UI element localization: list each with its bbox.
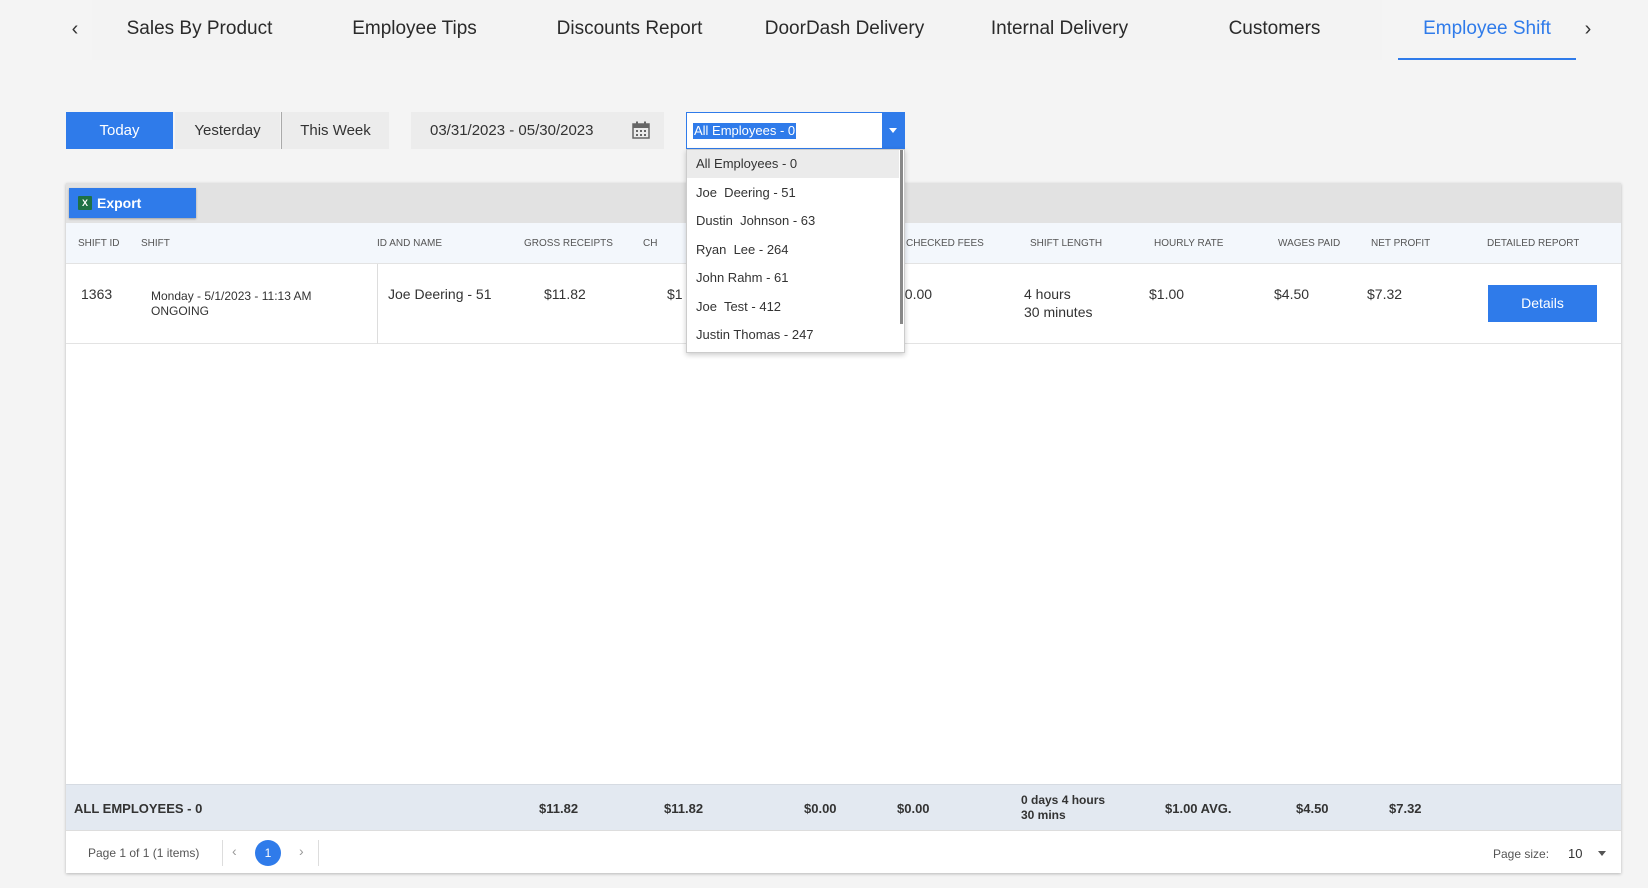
export-label: Export	[97, 195, 142, 211]
page-size-value[interactable]: 10	[1568, 846, 1582, 861]
col-shift-length[interactable]: Shift Length	[1030, 223, 1102, 264]
employee-option[interactable]: Joe Test - 412	[687, 293, 899, 321]
shift-date: Monday - 5/1/2023 - 11:13 AM	[151, 289, 312, 303]
chevron-right-icon[interactable]: ›	[1578, 18, 1598, 41]
prev-page-icon[interactable]: ‹	[232, 843, 237, 859]
wages-paid: $4.50	[1274, 286, 1310, 302]
page-size-label: Page size:	[1493, 847, 1550, 861]
hourly-rate: $1.00	[1149, 286, 1185, 302]
col-hourly-rate[interactable]: Hourly Rate	[1154, 223, 1223, 264]
caret-down-icon	[889, 128, 897, 133]
employee-option[interactable]: Ryan Lee - 264	[687, 236, 899, 264]
col-shift-id[interactable]: Shift ID	[78, 223, 119, 264]
employee-option[interactable]: Dustin Johnson - 63	[687, 207, 899, 235]
this-week-button[interactable]: This Week	[282, 112, 389, 149]
pager-divider	[318, 840, 319, 866]
col-gross-receipts[interactable]: Gross Receipts	[524, 223, 613, 264]
total-checked-fees: $0.00	[897, 801, 930, 816]
employee-option[interactable]: John Rahm - 61	[687, 264, 899, 292]
col-net-profit[interactable]: Net Profit	[1371, 223, 1430, 264]
total-column-a: $0.00	[804, 801, 837, 816]
tab-sales-by-product[interactable]: Sales By Product	[92, 0, 307, 60]
calendar-icon[interactable]	[632, 121, 650, 139]
col-checked-fees[interactable]: Checked Fees	[906, 223, 984, 264]
date-range-value: 03/31/2023 - 05/30/2023	[430, 122, 594, 139]
today-button[interactable]: Today	[66, 112, 173, 149]
excel-icon: X	[78, 196, 92, 210]
col-ch[interactable]: Ch	[643, 223, 657, 264]
tab-discounts-report[interactable]: Discounts Report	[522, 0, 737, 60]
employee-dropdown-button[interactable]	[882, 113, 904, 148]
export-button[interactable]: X Export	[69, 188, 196, 218]
total-wages-paid: $4.50	[1296, 801, 1329, 816]
details-button[interactable]: Details	[1488, 285, 1597, 322]
tab-customers[interactable]: Customers	[1167, 0, 1382, 60]
grid-pager: Page 1 of 1 (1 items) ‹ 1 › Page size: 1…	[66, 830, 1621, 873]
total-gross-receipts: $11.82	[539, 801, 579, 816]
tab-internal-delivery[interactable]: Internal Delivery	[952, 0, 1167, 60]
shift-length-minutes: 30 minutes	[1024, 304, 1093, 320]
col-shift[interactable]: Shift	[141, 223, 170, 264]
date-range-picker[interactable]: 03/31/2023 - 05/30/2023	[411, 112, 664, 149]
page-size-caret-icon[interactable]	[1598, 851, 1606, 856]
total-shift-length-days: 0 days 4 hours	[1021, 793, 1106, 807]
employee-option[interactable]: Justin Thomas - 247	[687, 321, 899, 349]
tab-doordash-delivery[interactable]: DoorDash Delivery	[737, 0, 952, 60]
employee-select[interactable]: All Employees - 0	[686, 112, 905, 149]
shift-status: ONGOING	[151, 304, 210, 318]
employee-dropdown-list: All Employees - 0 Joe Deering - 51 Dusti…	[686, 149, 905, 353]
total-shift-length-mins: 30 mins	[1021, 808, 1066, 822]
grid-totals-row: ALL EMPLOYEES - 0 $11.82 $11.82 $0.00 $0…	[66, 784, 1621, 830]
total-ch: $11.82	[664, 801, 704, 816]
shift-length-hours: 4 hours	[1024, 286, 1071, 302]
report-tabs: ‹ Sales By Product Employee Tips Discoun…	[60, 0, 1591, 60]
shift-id: 1363	[81, 286, 113, 302]
net-profit: $7.32	[1367, 286, 1403, 302]
ch-value: $1	[667, 286, 683, 302]
column-divider	[377, 264, 378, 344]
employee-id-name: Joe Deering - 51	[388, 286, 492, 302]
gross-receipts: $11.82	[544, 286, 586, 302]
employee-option[interactable]: Joe Deering - 51	[687, 179, 899, 207]
tab-employee-tips[interactable]: Employee Tips	[307, 0, 522, 60]
employee-option[interactable]: All Employees - 0	[687, 150, 899, 178]
col-id-and-name[interactable]: ID and Name	[377, 223, 442, 264]
average-hourly-rate: $1.00 AVG.	[1165, 801, 1232, 816]
yesterday-button[interactable]: Yesterday	[175, 112, 280, 149]
total-net-profit: $7.32	[1389, 801, 1422, 816]
totals-label: ALL EMPLOYEES - 0	[74, 801, 203, 816]
col-detailed-report[interactable]: Detailed Report	[1487, 223, 1579, 264]
chevron-left-icon[interactable]: ‹	[65, 18, 85, 41]
pager-divider	[222, 840, 223, 866]
pager-info: Page 1 of 1 (1 items)	[88, 846, 200, 860]
tab-employee-shift[interactable]: Employee Shift	[1398, 0, 1576, 60]
col-wages-paid[interactable]: Wages Paid	[1278, 223, 1340, 264]
page-1-button[interactable]: 1	[255, 840, 281, 866]
dropdown-scrollbar[interactable]	[900, 150, 903, 324]
employee-select-value[interactable]: All Employees - 0	[693, 123, 797, 139]
next-page-icon[interactable]: ›	[299, 843, 304, 859]
